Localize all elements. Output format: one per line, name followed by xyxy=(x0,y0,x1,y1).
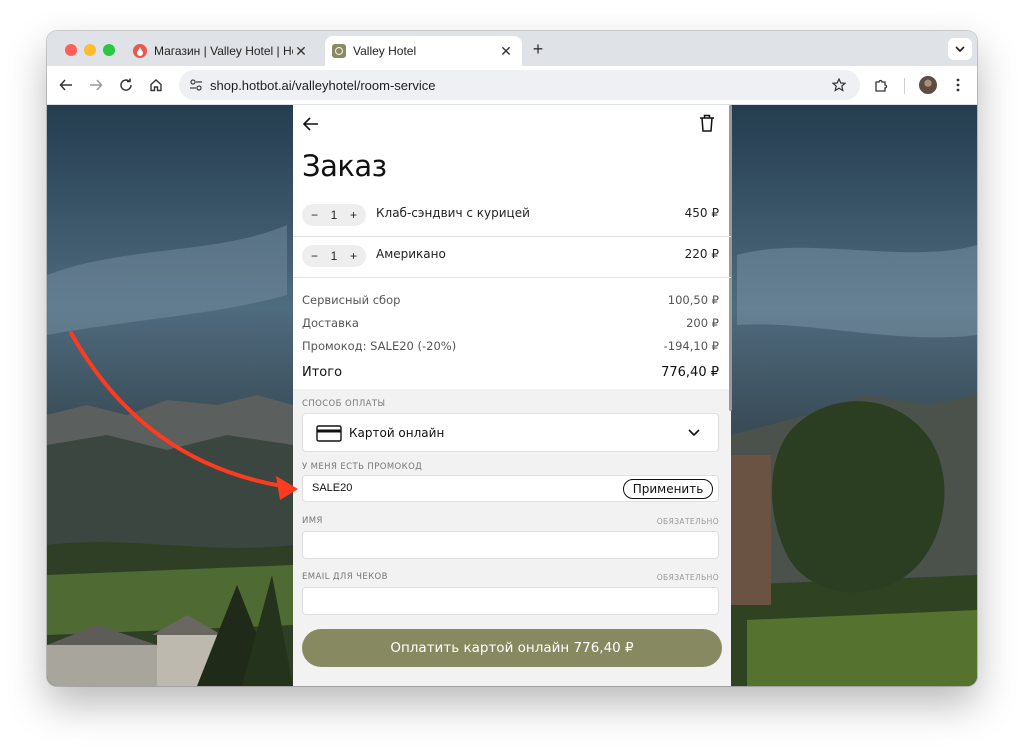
quantity-stepper: − 1 + xyxy=(302,204,366,226)
credit-card-icon xyxy=(316,425,342,442)
service-fee-value: 100,50 ₽ xyxy=(667,293,719,307)
page-scrollbar[interactable] xyxy=(729,105,732,411)
back-button[interactable] xyxy=(55,74,77,96)
more-vertical-icon xyxy=(956,78,960,92)
site-settings-icon[interactable] xyxy=(189,78,203,92)
payment-method-value: Картой онлайн xyxy=(349,426,445,440)
forward-button[interactable] xyxy=(85,74,107,96)
trash-icon[interactable] xyxy=(699,114,715,132)
chevron-down-icon xyxy=(955,46,965,52)
home-icon xyxy=(150,79,162,92)
quantity-value: 1 xyxy=(330,249,338,263)
tab-bar: Магазин | Valley Hotel | Hotbot ✕ Valley… xyxy=(47,31,977,66)
promo-code-field: SALE20 Применить xyxy=(302,475,719,502)
quantity-value: 1 xyxy=(330,208,338,222)
delivery-label: Доставка xyxy=(302,316,359,330)
order-panel: Заказ − 1 + Клаб-сэндвич с курицей 450 ₽… xyxy=(293,105,732,686)
apply-promo-button[interactable]: Применить xyxy=(623,479,713,499)
increase-button[interactable]: + xyxy=(350,208,357,222)
hotbot-favicon-icon xyxy=(133,44,147,58)
close-window-button[interactable] xyxy=(65,44,77,56)
arrow-right-icon xyxy=(90,79,103,91)
new-tab-button[interactable]: + xyxy=(528,39,548,59)
address-bar[interactable]: shop.hotbot.ai/valleyhotel/room-service xyxy=(179,70,860,100)
total-value: 776,40 ₽ xyxy=(661,365,719,380)
required-badge: ОБЯЗАТЕЛЬНО xyxy=(656,573,719,582)
tab-title: Магазин | Valley Hotel | Hotbot xyxy=(154,44,293,58)
promo-discount-label: Промокод: SALE20 (-20%) xyxy=(302,339,457,353)
toolbar-separator xyxy=(904,78,905,94)
item-divider xyxy=(293,236,731,237)
chevron-down-icon xyxy=(688,429,700,437)
tab-close-icon[interactable]: ✕ xyxy=(293,43,309,60)
browser-window: Магазин | Valley Hotel | Hotbot ✕ Valley… xyxy=(47,31,977,686)
item-price: 220 ₽ xyxy=(684,247,719,261)
arrow-left-icon xyxy=(59,79,72,91)
payment-method-select[interactable]: Картой онлайн xyxy=(302,413,719,452)
promo-code-label: У МЕНЯ ЕСТЬ ПРОМОКОД xyxy=(302,462,423,472)
item-price: 450 ₽ xyxy=(684,206,719,220)
total-label: Итого xyxy=(302,365,343,380)
increase-button[interactable]: + xyxy=(350,249,357,263)
browser-menu-button[interactable] xyxy=(947,74,969,96)
puzzle-icon xyxy=(874,79,887,92)
delivery-value: 200 ₽ xyxy=(686,316,719,330)
tab-title: Valley Hotel xyxy=(353,44,417,58)
tab-valley-hotel[interactable]: Valley Hotel ✕ xyxy=(325,36,522,66)
maximize-window-button[interactable] xyxy=(103,44,115,56)
quantity-stepper: − 1 + xyxy=(302,245,366,267)
url-text: shop.hotbot.ai/valleyhotel/room-service xyxy=(210,78,436,93)
valley-hotel-favicon-icon xyxy=(332,44,346,58)
browser-toolbar: shop.hotbot.ai/valleyhotel/room-service xyxy=(47,66,977,105)
item-name: Американо xyxy=(376,247,446,261)
page-viewport: Заказ − 1 + Клаб-сэндвич с курицей 450 ₽… xyxy=(47,105,977,686)
reload-icon xyxy=(120,78,132,91)
required-badge: ОБЯЗАТЕЛЬНО xyxy=(656,517,719,526)
tab-close-icon[interactable]: ✕ xyxy=(498,43,514,60)
name-field-label: ИМЯ xyxy=(302,516,323,526)
item-divider xyxy=(293,277,731,278)
bookmark-star-icon[interactable] xyxy=(832,78,846,92)
tab-hotbot-shop[interactable]: Магазин | Valley Hotel | Hotbot ✕ xyxy=(123,36,317,66)
name-input[interactable] xyxy=(302,531,719,559)
email-input[interactable] xyxy=(302,587,719,615)
tab-search-button[interactable] xyxy=(948,38,972,60)
page-title: Заказ xyxy=(302,149,387,183)
decrease-button[interactable]: − xyxy=(311,249,318,263)
item-name: Клаб-сэндвич с курицей xyxy=(376,206,530,220)
extensions-button[interactable] xyxy=(870,74,892,96)
service-fee-label: Сервисный сбор xyxy=(302,293,401,307)
minimize-window-button[interactable] xyxy=(84,44,96,56)
home-button[interactable] xyxy=(145,74,167,96)
email-field-label: EMAIL ДЛЯ ЧЕКОВ xyxy=(302,572,388,582)
payment-method-label: СПОСОБ ОПЛАТЫ xyxy=(302,399,386,409)
back-arrow-icon[interactable] xyxy=(302,116,319,132)
decrease-button[interactable]: − xyxy=(311,208,318,222)
promo-discount-value: -194,10 ₽ xyxy=(663,339,719,353)
profile-avatar[interactable] xyxy=(919,76,937,94)
promo-code-input[interactable]: SALE20 xyxy=(312,482,352,494)
pay-online-button[interactable]: Оплатить картой онлайн 776,40 ₽ xyxy=(302,629,722,667)
reload-button[interactable] xyxy=(115,74,137,96)
